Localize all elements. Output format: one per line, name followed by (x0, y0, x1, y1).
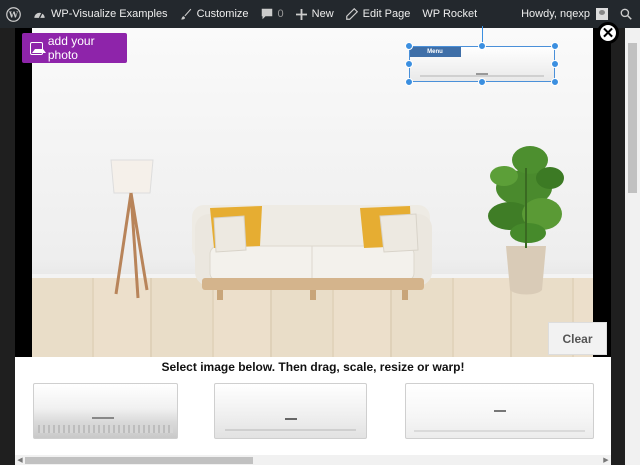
vertical-scroll-thumb[interactable] (628, 43, 637, 193)
my-account-menu[interactable]: Howdy, nqexp (515, 0, 614, 28)
horizontal-scroll-thumb[interactable] (25, 457, 253, 464)
customize-label: Customize (196, 8, 249, 20)
site-name-menu[interactable]: WP-Visualize Examples (27, 0, 174, 28)
horizontal-scrollbar[interactable]: ◀ ▶ (15, 455, 611, 465)
resize-handle-left[interactable] (405, 60, 413, 68)
potted-plant (488, 146, 564, 295)
resize-handle-top[interactable] (478, 42, 486, 50)
air-conditioner-option-2[interactable] (214, 383, 367, 439)
new-content-menu[interactable]: New (290, 0, 340, 28)
dashboard-icon (34, 12, 45, 19)
search-icon (620, 8, 632, 20)
resize-handle-bottom-right[interactable] (551, 78, 559, 86)
greeting-label: Howdy, nqexp (521, 8, 590, 20)
wp-rocket-label: WP Rocket (422, 8, 478, 20)
plus-icon (295, 8, 307, 20)
placed-air-conditioner[interactable]: Menu (409, 46, 555, 82)
resize-handle-bottom-left[interactable] (405, 78, 413, 86)
vertical-scrollbar[interactable] (625, 28, 640, 465)
resize-handle-top-left[interactable] (405, 42, 413, 50)
admin-bar: W WP-Visualize Examples Customize 0 New … (0, 0, 640, 28)
resize-handle-top-right[interactable] (551, 42, 559, 50)
sofa (192, 205, 432, 300)
clear-button[interactable]: Clear (548, 322, 607, 355)
floor-lamp (110, 159, 154, 299)
photo-icon (30, 41, 46, 55)
comments-link[interactable]: 0 (255, 0, 290, 28)
svg-text:W: W (8, 9, 19, 19)
air-conditioner-option-1[interactable] (33, 383, 178, 439)
add-photo-button[interactable]: add your photo (22, 33, 127, 63)
pencil-icon (345, 8, 358, 20)
resize-handle-right[interactable] (551, 60, 559, 68)
comment-icon (261, 8, 272, 20)
new-label: New (311, 8, 334, 20)
close-icon: ✕ (601, 24, 615, 42)
add-photo-label: add your photo (47, 34, 95, 62)
resize-handle-bottom[interactable] (478, 78, 486, 86)
wordpress-logo-icon[interactable]: W (0, 0, 27, 28)
paintbrush-icon (180, 8, 191, 20)
search-button[interactable] (614, 0, 640, 28)
site-name-label: WP-Visualize Examples (51, 8, 168, 20)
avatar (596, 8, 608, 20)
comments-count: 0 (277, 8, 284, 20)
edit-page-label: Edit Page (362, 8, 411, 20)
scroll-left-arrow-icon[interactable]: ◀ (15, 455, 25, 465)
edit-page-link[interactable]: Edit Page (340, 0, 417, 28)
customize-link[interactable]: Customize (174, 0, 255, 28)
scroll-right-arrow-icon[interactable]: ▶ (601, 455, 611, 465)
selection-frame (409, 46, 555, 82)
close-button[interactable]: ✕ (597, 22, 619, 44)
panel-instructions: Select image below. Then drag, scale, re… (161, 360, 465, 374)
air-conditioner-option-3[interactable] (405, 383, 594, 439)
wp-rocket-menu[interactable]: WP Rocket (416, 0, 483, 28)
image-selection-panel: Select image below. Then drag, scale, re… (15, 357, 611, 457)
